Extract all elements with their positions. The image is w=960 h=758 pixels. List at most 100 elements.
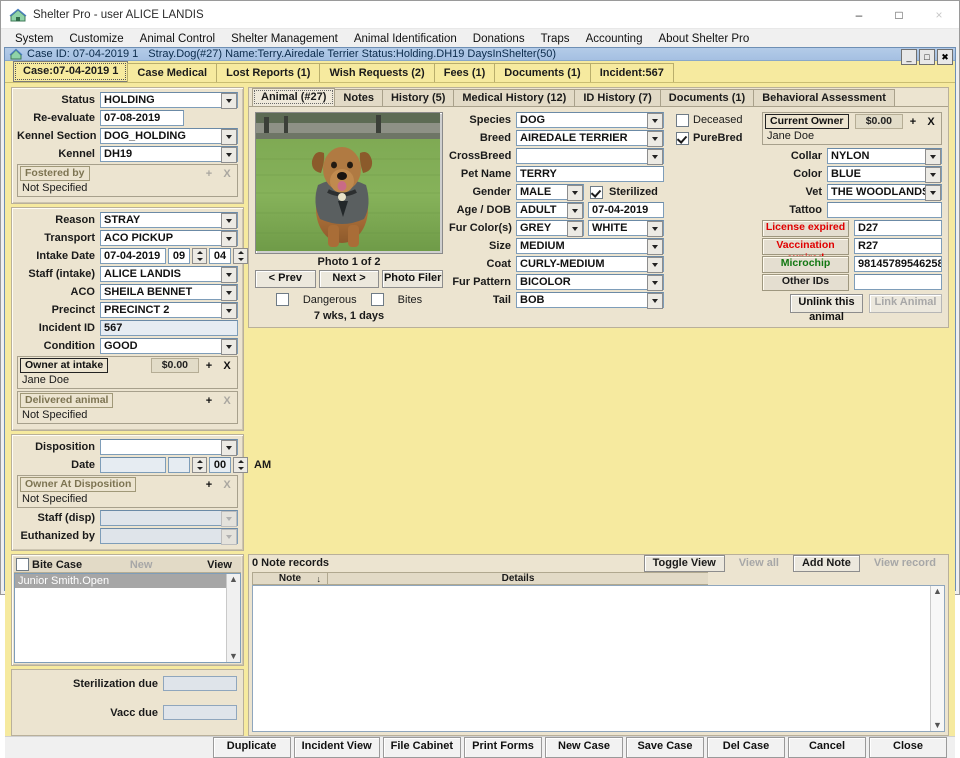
current-owner-add-button[interactable]: + — [905, 114, 921, 129]
del-case-button[interactable]: Del Case — [707, 737, 785, 758]
bites-checkbox[interactable] — [370, 293, 384, 306]
staff-intake-input[interactable]: ALICE LANDIS — [100, 266, 238, 282]
notes-grid[interactable]: ▲ ▼ — [252, 585, 945, 732]
menu-customize[interactable]: Customize — [61, 31, 131, 47]
disposition-minute-stepper[interactable] — [233, 457, 248, 473]
chevron-down-icon[interactable] — [221, 339, 237, 355]
case-restore-icon[interactable]: □ — [919, 49, 935, 65]
license-expired-button[interactable]: License expired — [762, 219, 849, 237]
animal-photo[interactable] — [255, 112, 443, 254]
incident-view-button[interactable]: Incident View — [293, 737, 380, 758]
current-owner-tag[interactable]: Current Owner — [765, 114, 849, 129]
owner-at-disposition-tag[interactable]: Owner At Disposition — [20, 477, 137, 492]
owner-at-intake-tag[interactable]: Owner at intake — [20, 358, 109, 373]
chevron-down-icon[interactable] — [221, 129, 237, 145]
tab-medical-history[interactable]: Medical History (12) — [453, 89, 576, 106]
save-case-button[interactable]: Save Case — [626, 737, 704, 758]
delivered-animal-add-button[interactable]: + — [201, 393, 217, 408]
status-input[interactable]: HOLDING — [100, 92, 238, 108]
sterilization-due-input[interactable] — [163, 676, 237, 691]
chevron-down-icon[interactable] — [925, 185, 941, 201]
condition-input[interactable]: GOOD — [100, 338, 238, 354]
purebred-checkbox[interactable] — [676, 131, 689, 145]
scroll-down-icon[interactable]: ▼ — [229, 651, 238, 662]
chevron-down-icon[interactable] — [647, 131, 663, 147]
other-ids-button[interactable]: Other IDs — [762, 273, 849, 291]
other-ids-input[interactable] — [854, 274, 942, 290]
photo-next-button[interactable]: Next > — [318, 270, 380, 288]
delivered-animal-tag[interactable]: Delivered animal — [20, 393, 114, 408]
bite-case-list[interactable]: Junior Smith.Open ▲ ▼ — [14, 573, 241, 663]
chevron-down-icon[interactable] — [647, 149, 663, 165]
close-button[interactable]: Close — [869, 737, 947, 758]
size-input[interactable]: MEDIUM — [516, 238, 664, 254]
case-close-icon[interactable]: ✖ — [937, 49, 953, 65]
tail-input[interactable]: BOB — [516, 292, 664, 308]
new-case-button[interactable]: New Case — [545, 737, 623, 758]
menu-about[interactable]: About Shelter Pro — [650, 31, 757, 47]
menu-animal-identification[interactable]: Animal Identification — [346, 31, 465, 47]
scroll-up-icon[interactable]: ▲ — [933, 586, 942, 597]
current-owner-remove-button[interactable]: X — [923, 114, 939, 129]
chevron-down-icon[interactable] — [925, 149, 941, 165]
menu-accounting[interactable]: Accounting — [578, 31, 651, 47]
chevron-down-icon[interactable] — [647, 221, 663, 237]
breed-input[interactable]: AIREDALE TERRIER — [516, 130, 664, 146]
chevron-down-icon[interactable] — [647, 275, 663, 291]
chevron-down-icon[interactable] — [221, 93, 237, 109]
aco-input[interactable]: SHEILA BENNET — [100, 284, 238, 300]
maximize-icon[interactable]: □ — [879, 1, 919, 28]
add-note-button[interactable]: Add Note — [792, 554, 860, 572]
file-cabinet-button[interactable]: File Cabinet — [382, 737, 461, 758]
chevron-down-icon[interactable] — [647, 293, 663, 309]
owner-at-disposition-add-button[interactable]: + — [201, 477, 217, 492]
bite-case-checkbox[interactable] — [16, 558, 29, 571]
menu-animal-control[interactable]: Animal Control — [132, 31, 223, 47]
toggle-view-button[interactable]: Toggle View — [643, 554, 725, 572]
transport-input[interactable]: ACO PICKUP — [100, 230, 238, 246]
fur-pattern-input[interactable]: BICOLOR — [516, 274, 664, 290]
duplicate-button[interactable]: Duplicate — [212, 737, 291, 758]
intake-minute-input[interactable]: 04 — [209, 248, 231, 264]
menu-traps[interactable]: Traps — [533, 31, 578, 47]
tattoo-input[interactable] — [827, 202, 942, 218]
tab-notes[interactable]: Notes — [334, 89, 383, 106]
microchip-button[interactable]: Microchip — [762, 255, 849, 273]
chevron-down-icon[interactable] — [567, 221, 583, 237]
bite-case-new-button[interactable]: New — [123, 559, 160, 571]
tab-fees[interactable]: Fees (1) — [433, 63, 496, 82]
chevron-down-icon[interactable] — [567, 203, 583, 219]
bite-case-view-button[interactable]: View — [200, 559, 239, 571]
kennel-section-input[interactable]: DOG_HOLDING — [100, 128, 238, 144]
reevaluate-input[interactable]: 07-08-2019 — [100, 110, 184, 126]
photo-prev-button[interactable]: < Prev — [255, 270, 316, 288]
chevron-down-icon[interactable] — [647, 257, 663, 273]
tab-documents-inner[interactable]: Documents (1) — [659, 89, 755, 106]
close-icon[interactable]: × — [919, 1, 959, 28]
disposition-minute-input[interactable]: 00 — [209, 457, 231, 473]
tab-id-history[interactable]: ID History (7) — [574, 89, 661, 106]
tab-case[interactable]: Case:07-04-2019 1 — [13, 61, 129, 82]
fostered-by-add-button[interactable]: + — [201, 166, 217, 181]
tab-incident[interactable]: Incident:567 — [589, 63, 674, 82]
coat-input[interactable]: CURLY-MEDIUM — [516, 256, 664, 272]
disposition-hour-stepper[interactable] — [192, 457, 207, 473]
column-note[interactable]: Note ↓ — [252, 572, 328, 585]
column-details[interactable]: Details — [327, 572, 709, 585]
reason-input[interactable]: STRAY — [100, 212, 238, 228]
pet-name-input[interactable]: TERRY — [516, 166, 664, 182]
menu-shelter-management[interactable]: Shelter Management — [223, 31, 346, 47]
tab-lost-reports[interactable]: Lost Reports (1) — [216, 63, 321, 82]
fostered-by-tag[interactable]: Fostered by — [20, 166, 90, 181]
cancel-button[interactable]: Cancel — [788, 737, 866, 758]
tab-documents[interactable]: Documents (1) — [494, 63, 591, 82]
intake-date-input[interactable]: 07-04-2019 — [100, 248, 166, 264]
sterilized-checkbox[interactable] — [590, 185, 603, 199]
intake-minute-stepper[interactable] — [233, 248, 248, 264]
menu-donations[interactable]: Donations — [465, 31, 533, 47]
chevron-down-icon[interactable] — [221, 303, 237, 319]
chevron-down-icon[interactable] — [647, 239, 663, 255]
tab-history[interactable]: History (5) — [381, 89, 455, 106]
chevron-down-icon[interactable] — [221, 285, 237, 301]
notes-scrollbar[interactable]: ▲ ▼ — [930, 586, 944, 731]
